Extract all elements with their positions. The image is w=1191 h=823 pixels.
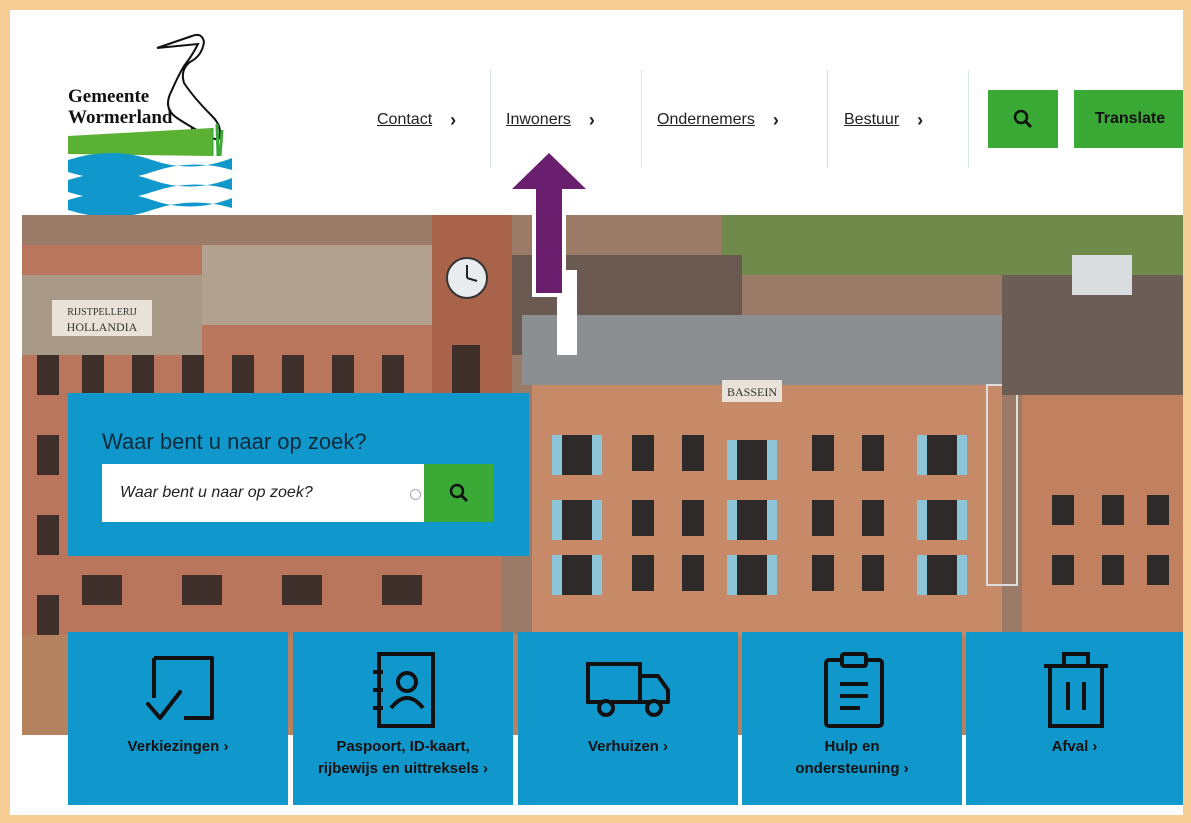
sign-bassein: BASSEIN bbox=[727, 385, 777, 399]
search-input[interactable] bbox=[102, 464, 424, 522]
nav-divider bbox=[641, 70, 642, 168]
header-search-button[interactable] bbox=[988, 90, 1058, 148]
tile-verhuizen[interactable]: Verhuizen › bbox=[518, 632, 738, 805]
tile-label: Hulp en ondersteuning › bbox=[742, 736, 962, 780]
truck-icon bbox=[586, 662, 670, 717]
clear-input-icon[interactable] bbox=[410, 489, 421, 500]
nav-item-contact[interactable]: Contact › bbox=[377, 70, 456, 170]
search-title: Waar bent u naar op zoek? bbox=[102, 429, 367, 454]
logo-line-1: Gemeente bbox=[68, 86, 150, 107]
tile-label: Afval › bbox=[966, 736, 1183, 758]
search-submit-button[interactable] bbox=[424, 464, 494, 522]
tile-label: Verhuizen › bbox=[518, 736, 738, 758]
chevron-right-icon: › bbox=[450, 109, 457, 130]
tile-afval[interactable]: Afval › bbox=[966, 632, 1183, 805]
sign-hollandia-1: RIJSTPELLERIJ bbox=[67, 307, 137, 318]
tile-hulp[interactable]: Hulp en ondersteuning › bbox=[742, 632, 962, 805]
hero-search-panel: Waar bent u naar op zoek? bbox=[68, 393, 529, 556]
sign-hollandia-2: HOLLANDIA bbox=[67, 320, 138, 334]
tile-label: Paspoort, ID-kaart, rijbewijs en uittrek… bbox=[293, 736, 513, 780]
tile-label-text: Hulp en ondersteuning bbox=[795, 738, 900, 777]
search-icon bbox=[1013, 109, 1033, 129]
annotation-arrow bbox=[506, 147, 592, 297]
tile-label: Verkiezingen › bbox=[68, 736, 288, 758]
tile-paspoort[interactable]: Paspoort, ID-kaart, rijbewijs en uittrek… bbox=[293, 632, 513, 805]
trash-icon bbox=[1044, 652, 1108, 728]
chevron-right-icon: › bbox=[917, 109, 924, 130]
tile-verkiezingen[interactable]: Verkiezingen › bbox=[68, 632, 288, 805]
logo-text: Gemeente Wormerland bbox=[68, 86, 173, 128]
search-icon bbox=[449, 483, 469, 503]
nav-divider bbox=[490, 70, 491, 168]
nav-link-bestuur[interactable]: Bestuur bbox=[844, 111, 899, 129]
chevron-right-icon: › bbox=[772, 109, 779, 130]
page-frame: Gemeente Wormerland Contact › Inwoners ›… bbox=[10, 10, 1183, 815]
logo-line-2: Wormerland bbox=[68, 107, 173, 128]
tile-label-text: Paspoort, ID-kaart, rijbewijs en uittrek… bbox=[317, 738, 479, 777]
chevron-right-icon: › bbox=[483, 760, 489, 777]
tile-label-text: Verkiezingen bbox=[127, 738, 220, 755]
chevron-right-icon: › bbox=[588, 109, 595, 130]
nav-divider bbox=[827, 70, 828, 168]
chevron-right-icon: › bbox=[223, 738, 229, 755]
chevron-right-icon: › bbox=[1092, 738, 1098, 755]
nav-link-inwoners[interactable]: Inwoners bbox=[506, 111, 571, 129]
checkbox-icon bbox=[146, 656, 214, 720]
nav-link-contact[interactable]: Contact bbox=[377, 111, 432, 129]
contact-card-icon bbox=[373, 652, 435, 728]
nav-item-bestuur[interactable]: Bestuur › bbox=[844, 70, 923, 170]
chevron-right-icon: › bbox=[903, 760, 909, 777]
clipboard-icon bbox=[824, 652, 884, 728]
nav-divider bbox=[968, 70, 969, 168]
chevron-right-icon: › bbox=[663, 738, 669, 755]
nav-link-ondernemers[interactable]: Ondernemers bbox=[657, 111, 755, 129]
translate-button[interactable]: Translate bbox=[1074, 90, 1183, 148]
tile-label-text: Afval bbox=[1051, 738, 1089, 755]
nav-item-ondernemers[interactable]: Ondernemers › bbox=[657, 70, 779, 170]
tile-label-text: Verhuizen bbox=[587, 738, 659, 755]
gemeente-wormerland-logo[interactable]: Gemeente Wormerland bbox=[62, 28, 242, 218]
